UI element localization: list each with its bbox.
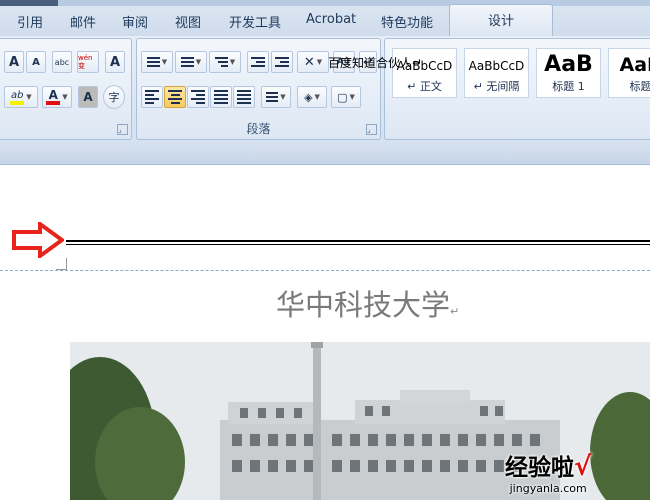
align-left-button[interactable] [141,86,163,108]
document-title-text: 华中科技大学 [276,288,451,322]
numbering-button[interactable]: ▼ [175,51,207,73]
style-name: ↵ 无间隔 [473,80,520,93]
ribbon-bottom-bar [0,146,650,165]
bullets-button[interactable]: ▼ [141,51,173,73]
font-color-swatch [46,101,61,105]
justify-icon [214,90,228,104]
chevron-down-icon: ▼ [195,58,202,66]
style-sample: AaB [619,54,650,76]
ribbon: A A abc wén 变 A ab ▼ A ▼ A 字 ⌟ ▼ ▼ ▼ ✕ ▼… [0,36,650,146]
decrease-indent-icon [251,57,265,67]
enclose-characters-button[interactable]: 字 [103,85,125,109]
chevron-down-icon: ▼ [229,58,236,66]
watermark-text: 经验啦 [505,455,574,481]
style-name: 标题 [629,80,650,93]
header-text[interactable]: 百度知道合伙人↵ [328,54,422,71]
styles-group: AaBbCcD ↵ 正文 AaBbCcD ↵ 无间隔 AaB 标题 1 AaB … [384,38,650,140]
numbering-icon [180,57,194,67]
tab-references[interactable]: 引用 [17,12,43,31]
style-name: ↵ 正文 [407,80,442,93]
line-spacing-icon [266,92,279,102]
chevron-down-icon: ▼ [316,58,323,66]
header-rule-thin [66,244,650,245]
tab-design[interactable]: 设计 [449,4,554,36]
highlight-color-button[interactable]: ab ▼ [4,86,38,108]
enclose-characters-icon: 字 [108,91,120,104]
character-border-icon: A [109,54,121,70]
font-color-button[interactable]: A ▼ [42,86,72,108]
chevron-down-icon: ▼ [314,93,320,101]
chevron-down-icon: ▼ [280,93,286,101]
highlighter-glyph: ab [11,89,24,101]
watermark: 经验啦√ jingyanla.com [505,448,591,495]
paragraph-mark: ↵ [450,305,460,318]
grow-font-button[interactable]: A [4,51,24,73]
distributed-icon [237,90,251,104]
font-dialog-launcher-icon[interactable]: ⌟ [117,124,128,135]
tab-developer[interactable]: 开发工具 [229,12,281,31]
align-center-button[interactable] [164,86,186,108]
tab-special-features[interactable]: 特色功能 [381,12,433,31]
tab-view[interactable]: 视图 [175,12,201,31]
paragraph-group-label: 段落 [246,122,271,136]
font-group: A A abc wén 变 A ab ▼ A ▼ A 字 ⌟ [0,38,132,140]
character-border-button[interactable]: A [105,51,125,73]
watermark-check: √ [574,452,592,482]
highlight-swatch [10,100,25,105]
style-no-spacing[interactable]: AaBbCcD ↵ 无间隔 [464,48,529,98]
style-sample: AaBbCcD [468,59,525,73]
line-spacing-button[interactable]: ▼ [261,86,291,108]
document-title[interactable]: 华中科技大学↵ [276,282,459,324]
shading-button[interactable]: ◈ ▼ [297,86,327,108]
header-rule-thick [66,240,650,242]
decrease-indent-button[interactable] [247,51,269,73]
distributed-button[interactable] [233,86,255,108]
borders-button[interactable]: ▢ ▼ [331,86,361,108]
multilevel-list-button[interactable]: ▼ [209,51,241,73]
character-shading-icon: A [83,90,93,104]
tab-acrobat[interactable]: Acrobat [306,12,356,27]
bullets-icon [146,57,160,67]
highlighter-icon: ab [10,89,25,105]
style-heading-1[interactable]: AaB 标题 1 [536,48,601,98]
clear-formatting-icon: abc [54,57,70,67]
increase-indent-icon [275,57,289,67]
grow-font-icon: A [8,54,20,70]
paragraph-dialog-launcher-icon[interactable]: ⌟ [366,124,377,135]
increase-indent-button[interactable] [271,51,293,73]
paint-bucket-icon: ◈ [304,90,313,104]
style-name: 标题 1 [552,80,585,93]
chinese-layout-button[interactable]: ✕ ▼ [297,51,329,73]
ribbon-tab-bar: 引用 邮件 审阅 视图 开发工具 Acrobat 特色功能 设计 [0,0,650,37]
character-shading-button[interactable]: A [78,86,98,108]
align-center-icon [168,90,182,104]
justify-button[interactable] [210,86,232,108]
align-left-icon [145,90,159,104]
shrink-font-icon: A [32,56,40,68]
tab-review[interactable]: 审阅 [122,12,148,31]
shrink-font-button[interactable]: A [26,51,46,73]
clear-formatting-button[interactable]: abc [52,51,72,73]
align-right-button[interactable] [187,86,209,108]
chevron-down-icon: ▼ [26,93,32,101]
border-icon: ▢ [337,90,348,104]
chevron-down-icon: ▼ [62,93,68,101]
phonetic-guide-button[interactable]: wén 变 [77,51,99,73]
chevron-down-icon: ▼ [161,58,168,66]
tab-mailings[interactable]: 邮件 [70,12,96,31]
red-arrow-icon [12,222,64,258]
phonetic-guide-icon: wén 变 [78,54,93,70]
font-color-glyph: A [48,88,58,102]
multilevel-list-icon [214,57,228,67]
chevron-down-icon: ▼ [349,93,355,101]
chinese-layout-icon: ✕ [303,54,315,70]
font-color-icon: A [46,88,61,105]
style-title[interactable]: AaB 标题 [608,48,650,98]
watermark-url: jingyanla.com [509,482,587,495]
style-sample: AaB [544,52,593,77]
title-strip-block [0,0,58,6]
align-right-icon [191,90,205,104]
header-boundary-line [0,270,650,271]
